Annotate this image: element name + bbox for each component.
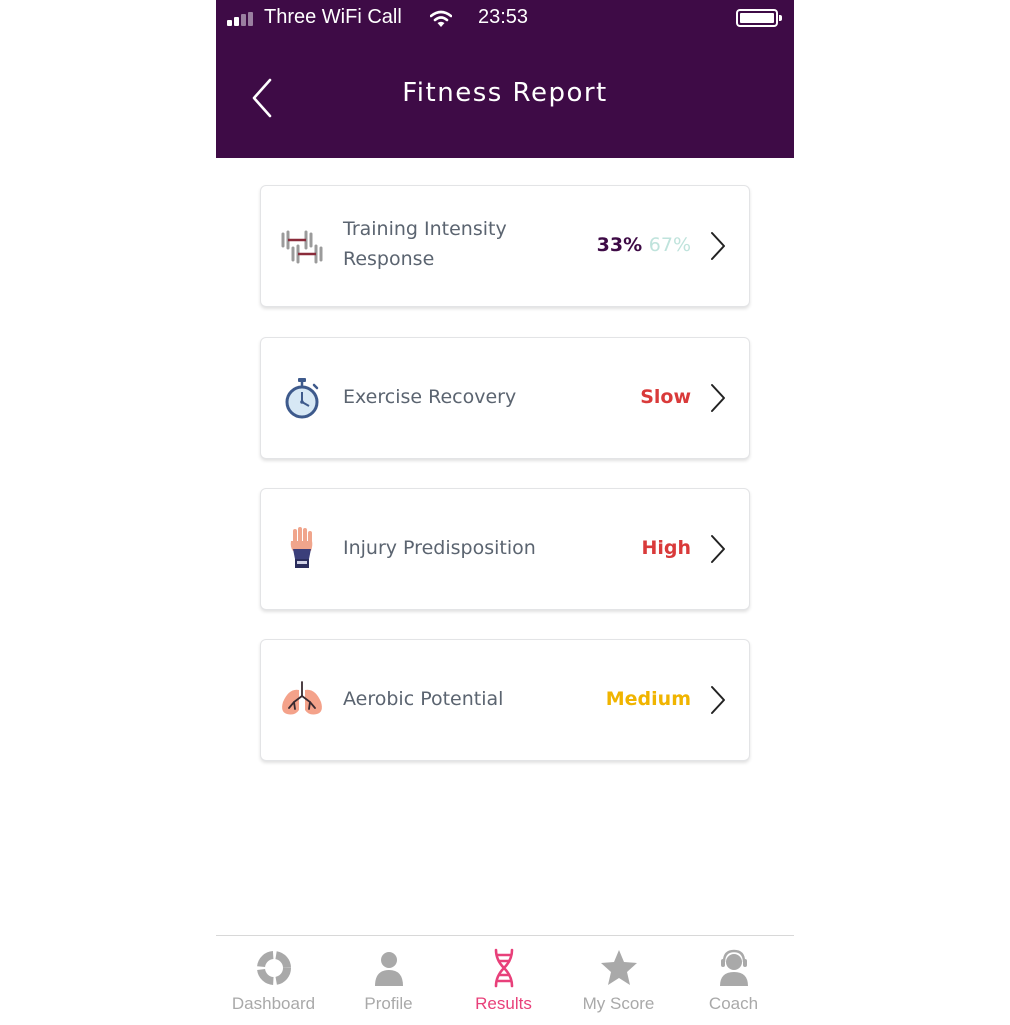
signal-strength-icon (227, 12, 257, 26)
app-screen: Three WiFi Call 23:53 Fitness Report Tra… (216, 0, 794, 1025)
card-value: High (641, 537, 691, 559)
card-value: 33% 67% (597, 230, 691, 260)
card-label-line1: Training Intensity (343, 218, 507, 240)
status-bar: Three WiFi Call 23:53 (216, 0, 794, 38)
chevron-right-icon (711, 384, 725, 412)
card-value: Medium (605, 688, 691, 710)
dna-icon (494, 948, 514, 988)
lungs-icon (282, 681, 322, 715)
battery-icon (736, 9, 782, 27)
nav-label: Coach (708, 994, 759, 1013)
carrier-name: Three WiFi Call (264, 6, 402, 28)
dumbbell-icon (281, 230, 323, 264)
nav-results[interactable]: Results (446, 936, 561, 1025)
headset-icon (720, 949, 748, 986)
status-time: 23:53 (478, 6, 529, 28)
chevron-right-icon (711, 535, 725, 563)
card-label: Aerobic Potential (343, 688, 504, 710)
nav-coach[interactable]: Coach (676, 936, 791, 1025)
percent-primary: 33% (596, 234, 643, 256)
percent-secondary: 67% (648, 234, 691, 256)
nav-dashboard[interactable]: Dashboard (216, 936, 331, 1025)
card-exercise-recovery[interactable]: Exercise Recovery Slow (260, 337, 750, 459)
chevron-right-icon (711, 686, 725, 714)
header-bar: Three WiFi Call 23:53 Fitness Report (216, 0, 794, 158)
person-icon (375, 952, 403, 986)
wifi-icon (430, 10, 452, 27)
nav-label: My Score (582, 994, 655, 1013)
card-value: Slow (640, 386, 691, 408)
chevron-right-icon (711, 232, 725, 260)
star-icon (601, 950, 637, 985)
page-title: Fitness Report (402, 78, 608, 108)
nav-profile[interactable]: Profile (331, 936, 446, 1025)
card-aerobic-potential[interactable]: Aerobic Potential Medium (260, 639, 750, 761)
card-label-line2: Response (343, 248, 435, 270)
nav-my-score[interactable]: My Score (561, 936, 676, 1025)
bottom-navigation: Dashboard Profile Results My Score Coach (216, 935, 794, 1025)
dashboard-icon (257, 951, 291, 985)
nav-label: Results (475, 994, 532, 1013)
hand-wrap-icon (290, 527, 313, 568)
card-injury-predisposition[interactable]: Injury Predisposition High (260, 488, 750, 610)
card-label: Exercise Recovery (343, 386, 517, 408)
card-label: Injury Predisposition (343, 537, 536, 559)
nav-label: Dashboard (231, 994, 316, 1013)
stopwatch-icon (285, 378, 319, 419)
card-training-intensity[interactable]: Training Intensity Response 33% 67% (260, 185, 750, 307)
nav-label: Profile (364, 994, 413, 1013)
